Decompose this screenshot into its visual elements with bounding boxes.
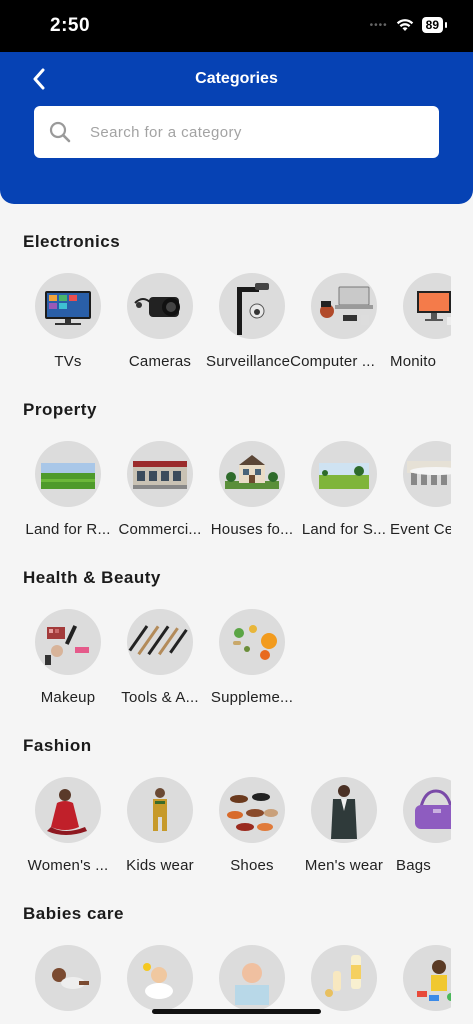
house-icon — [219, 441, 285, 507]
category-label: Men's wear — [304, 857, 384, 874]
baby-skincare-icon — [219, 945, 285, 1011]
surveillance-camera-icon — [219, 273, 285, 339]
category-row[interactable]: Women's ... Kids wear Shoes Men's wear B… — [22, 777, 451, 881]
categories-list[interactable]: Electronics TVs Cameras SurveillanceComp… — [0, 204, 473, 1024]
category-label: Commerci... — [118, 521, 202, 538]
category-tile-shoes[interactable]: Shoes — [206, 777, 298, 881]
category-tile-surveillance[interactable]: SurveillanceComputer ... — [206, 273, 375, 377]
baby-toys-icon — [403, 945, 451, 1011]
category-label: Event Ce — [390, 521, 451, 538]
category-label: Land for R... — [25, 521, 111, 538]
category-tile-tvs[interactable]: TVs — [22, 273, 114, 377]
signal-icon: •••• — [369, 19, 388, 31]
womens-wear-icon — [35, 777, 101, 843]
section-title: Fashion — [23, 736, 92, 755]
category-row[interactable]: TVs Cameras SurveillanceComputer ... Mon… — [22, 273, 451, 377]
category-tile-event-centre[interactable]: Event Ce — [390, 441, 451, 545]
category-label: Makeup — [40, 689, 96, 706]
bag-icon — [403, 777, 451, 843]
category-tile-kids-wear[interactable]: Kids wear — [114, 777, 206, 881]
search-icon — [49, 121, 71, 143]
category-tile-commercial[interactable]: Commerci... — [114, 441, 206, 545]
commercial-building-icon — [127, 441, 193, 507]
category-tile-monitors[interactable]: Monito — [390, 273, 451, 377]
camera-icon — [127, 273, 193, 339]
beauty-tools-icon — [127, 609, 193, 675]
category-label: TVs — [54, 353, 82, 370]
category-tile-supplements[interactable]: Suppleme... — [206, 609, 298, 713]
battery-icon: 89 — [421, 17, 448, 33]
kids-wear-icon — [127, 777, 193, 843]
category-tile-computer[interactable] — [298, 273, 390, 377]
land-field-icon — [311, 441, 377, 507]
category-tile-houses[interactable]: Houses fo... — [206, 441, 298, 545]
home-indicator[interactable] — [152, 1009, 321, 1014]
category-tile-mens-wear[interactable]: Men's wear — [298, 777, 390, 881]
section-babies-care: Babies care — [0, 876, 473, 1024]
category-label: Bags — [396, 857, 431, 874]
section-property: Property Land for R... Commerci... House… — [0, 372, 473, 540]
monitor-icon — [403, 273, 451, 339]
laptop-icon — [311, 273, 377, 339]
baby-bath-icon — [127, 945, 193, 1011]
baby-bottle-icon — [311, 945, 377, 1011]
category-tile-cameras[interactable]: Cameras — [114, 273, 206, 377]
event-centre-icon — [403, 441, 451, 507]
category-label: Kids wear — [126, 857, 194, 874]
search-input[interactable] — [90, 123, 410, 141]
category-row[interactable]: Makeup Tools & A... Suppleme... — [22, 609, 451, 713]
category-tile-makeup[interactable]: Makeup — [22, 609, 114, 713]
header: Categories — [0, 52, 473, 204]
category-tile-land-rent[interactable]: Land for R... — [22, 441, 114, 545]
category-tile-baby-5[interactable] — [390, 945, 451, 1024]
category-label: Tools & A... — [121, 689, 199, 706]
wifi-icon — [396, 19, 413, 31]
section-electronics: Electronics TVs Cameras SurveillanceComp… — [0, 204, 473, 372]
tv-icon — [35, 273, 101, 339]
category-label: Houses fo... — [210, 521, 294, 538]
category-row[interactable]: Land for R... Commerci... Houses fo... L… — [22, 441, 451, 545]
section-title: Property — [23, 400, 97, 419]
section-title: Babies care — [23, 904, 124, 923]
category-label: Land for S... — [301, 521, 387, 538]
category-label: Shoes — [230, 857, 274, 874]
mens-wear-icon — [311, 777, 377, 843]
status-time: 2:50 — [50, 15, 91, 36]
section-health-beauty: Health & Beauty Makeup Tools & A... Supp… — [0, 540, 473, 708]
section-fashion: Fashion Women's ... Kids wear Shoes Men'… — [0, 708, 473, 876]
category-tile-tools-accessories[interactable]: Tools & A... — [114, 609, 206, 713]
category-label: Women's ... — [27, 857, 109, 874]
section-title: Electronics — [23, 232, 121, 251]
category-tile-womens-wear[interactable]: Women's ... — [22, 777, 114, 881]
category-tile-bags[interactable]: Bags — [390, 777, 451, 881]
shoes-icon — [219, 777, 285, 843]
category-tile-baby-1[interactable] — [22, 945, 114, 1024]
search-box[interactable] — [34, 106, 439, 158]
land-icon — [35, 441, 101, 507]
makeup-icon — [35, 609, 101, 675]
category-label: Cameras — [128, 353, 192, 370]
page-title: Categories — [195, 70, 278, 87]
category-label: Monito — [390, 353, 437, 370]
status-bar: 2:50 •••• 89 — [0, 0, 473, 52]
status-indicators: •••• 89 — [369, 17, 448, 33]
category-label: Suppleme... — [210, 689, 294, 706]
baby-icon — [35, 945, 101, 1011]
supplements-icon — [219, 609, 285, 675]
category-tile-land-sale[interactable]: Land for S... — [298, 441, 390, 545]
section-title: Health & Beauty — [23, 568, 161, 587]
